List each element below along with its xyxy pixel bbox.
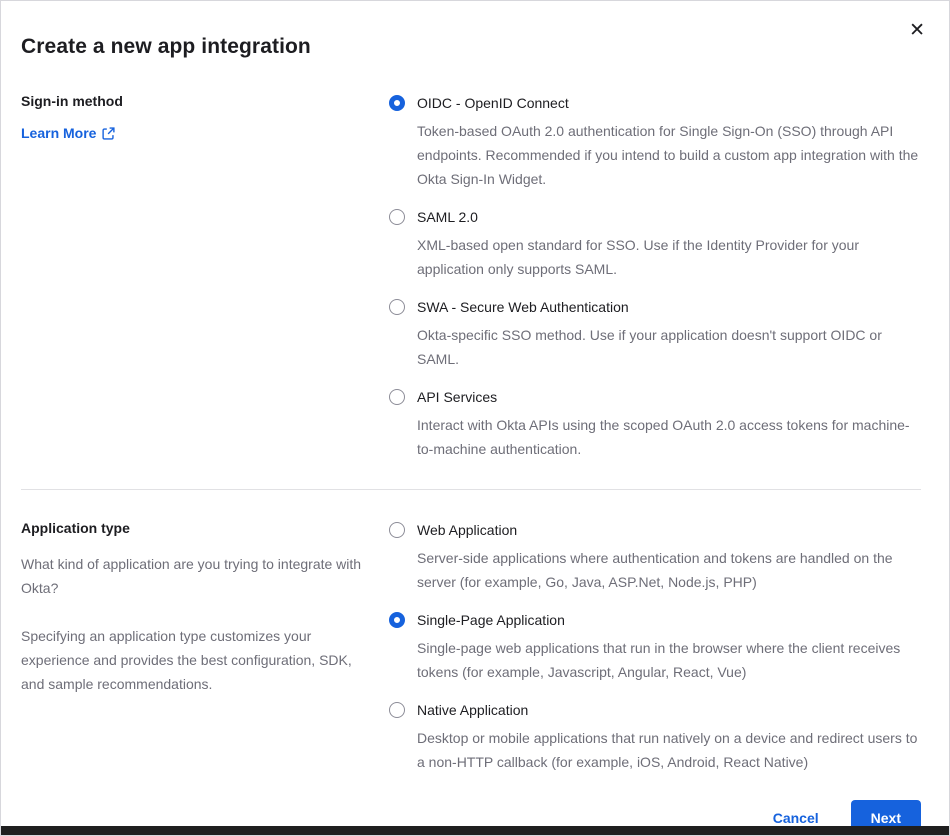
modal-header: Create a new app integration ✕ (21, 19, 921, 59)
radio-option-label: SAML 2.0 (417, 207, 921, 227)
page-background-strip (1, 826, 949, 835)
radio-option-native-application[interactable]: Native Application Desktop or mobile app… (389, 700, 921, 774)
sign-in-method-left-column: Sign-in method Learn More (21, 93, 389, 143)
radio-option-label: Web Application (417, 520, 921, 540)
radio-option-description: XML-based open standard for SSO. Use if … (417, 233, 921, 281)
application-type-section: Application type What kind of applicatio… (21, 520, 921, 774)
option-text: API Services Interact with Okta APIs usi… (417, 387, 921, 461)
radio-option-single-page-application[interactable]: Single-Page Application Single-page web … (389, 610, 921, 684)
radio-icon-api-services[interactable] (389, 389, 405, 405)
application-type-left-column: Application type What kind of applicatio… (21, 520, 389, 720)
radio-icon-oidc[interactable] (389, 95, 405, 111)
learn-more-label: Learn More (21, 125, 96, 141)
learn-more-link[interactable]: Learn More (21, 125, 115, 141)
section-divider (21, 489, 921, 490)
external-link-icon (102, 127, 115, 140)
application-type-options: Web Application Server-side applications… (389, 520, 921, 774)
option-text: Single-Page Application Single-page web … (417, 610, 921, 684)
application-type-paragraph-2: Specifying an application type customize… (21, 624, 365, 696)
option-text: Native Application Desktop or mobile app… (417, 700, 921, 774)
app-integration-dialog: Create a new app integration ✕ Sign-in m… (0, 0, 950, 836)
radio-option-description: Okta-specific SSO method. Use if your ap… (417, 323, 921, 371)
radio-option-description: Single-page web applications that run in… (417, 636, 921, 684)
application-type-label: Application type (21, 520, 365, 536)
radio-option-api-services[interactable]: API Services Interact with Okta APIs usi… (389, 387, 921, 461)
radio-option-description: Token-based OAuth 2.0 authentication for… (417, 119, 921, 191)
radio-option-label: Single-Page Application (417, 610, 921, 630)
radio-icon-native-application[interactable] (389, 702, 405, 718)
radio-option-description: Server-side applications where authentic… (417, 546, 921, 594)
sign-in-method-section: Sign-in method Learn More (21, 93, 921, 461)
modal-content: Create a new app integration ✕ Sign-in m… (1, 1, 949, 836)
option-text: Web Application Server-side applications… (417, 520, 921, 594)
radio-option-web-application[interactable]: Web Application Server-side applications… (389, 520, 921, 594)
option-text: SAML 2.0 XML-based open standard for SSO… (417, 207, 921, 281)
page-title: Create a new app integration (21, 35, 921, 59)
radio-option-label: OIDC - OpenID Connect (417, 93, 921, 113)
option-text: OIDC - OpenID Connect Token-based OAuth … (417, 93, 921, 191)
radio-option-label: Native Application (417, 700, 921, 720)
radio-icon-swa[interactable] (389, 299, 405, 315)
close-icon[interactable]: ✕ (903, 15, 931, 46)
radio-option-label: SWA - Secure Web Authentication (417, 297, 921, 317)
application-type-paragraph-1: What kind of application are you trying … (21, 552, 365, 600)
radio-icon-single-page-application[interactable] (389, 612, 405, 628)
radio-option-description: Interact with Okta APIs using the scoped… (417, 413, 921, 461)
radio-option-oidc[interactable]: OIDC - OpenID Connect Token-based OAuth … (389, 93, 921, 191)
sign-in-method-options: OIDC - OpenID Connect Token-based OAuth … (389, 93, 921, 461)
radio-option-label: API Services (417, 387, 921, 407)
radio-icon-saml[interactable] (389, 209, 405, 225)
option-text: SWA - Secure Web Authentication Okta-spe… (417, 297, 921, 371)
cancel-button[interactable]: Cancel (773, 810, 819, 826)
radio-option-saml[interactable]: SAML 2.0 XML-based open standard for SSO… (389, 207, 921, 281)
radio-option-description: Desktop or mobile applications that run … (417, 726, 921, 774)
radio-option-swa[interactable]: SWA - Secure Web Authentication Okta-spe… (389, 297, 921, 371)
radio-icon-web-application[interactable] (389, 522, 405, 538)
sign-in-method-label: Sign-in method (21, 93, 365, 109)
